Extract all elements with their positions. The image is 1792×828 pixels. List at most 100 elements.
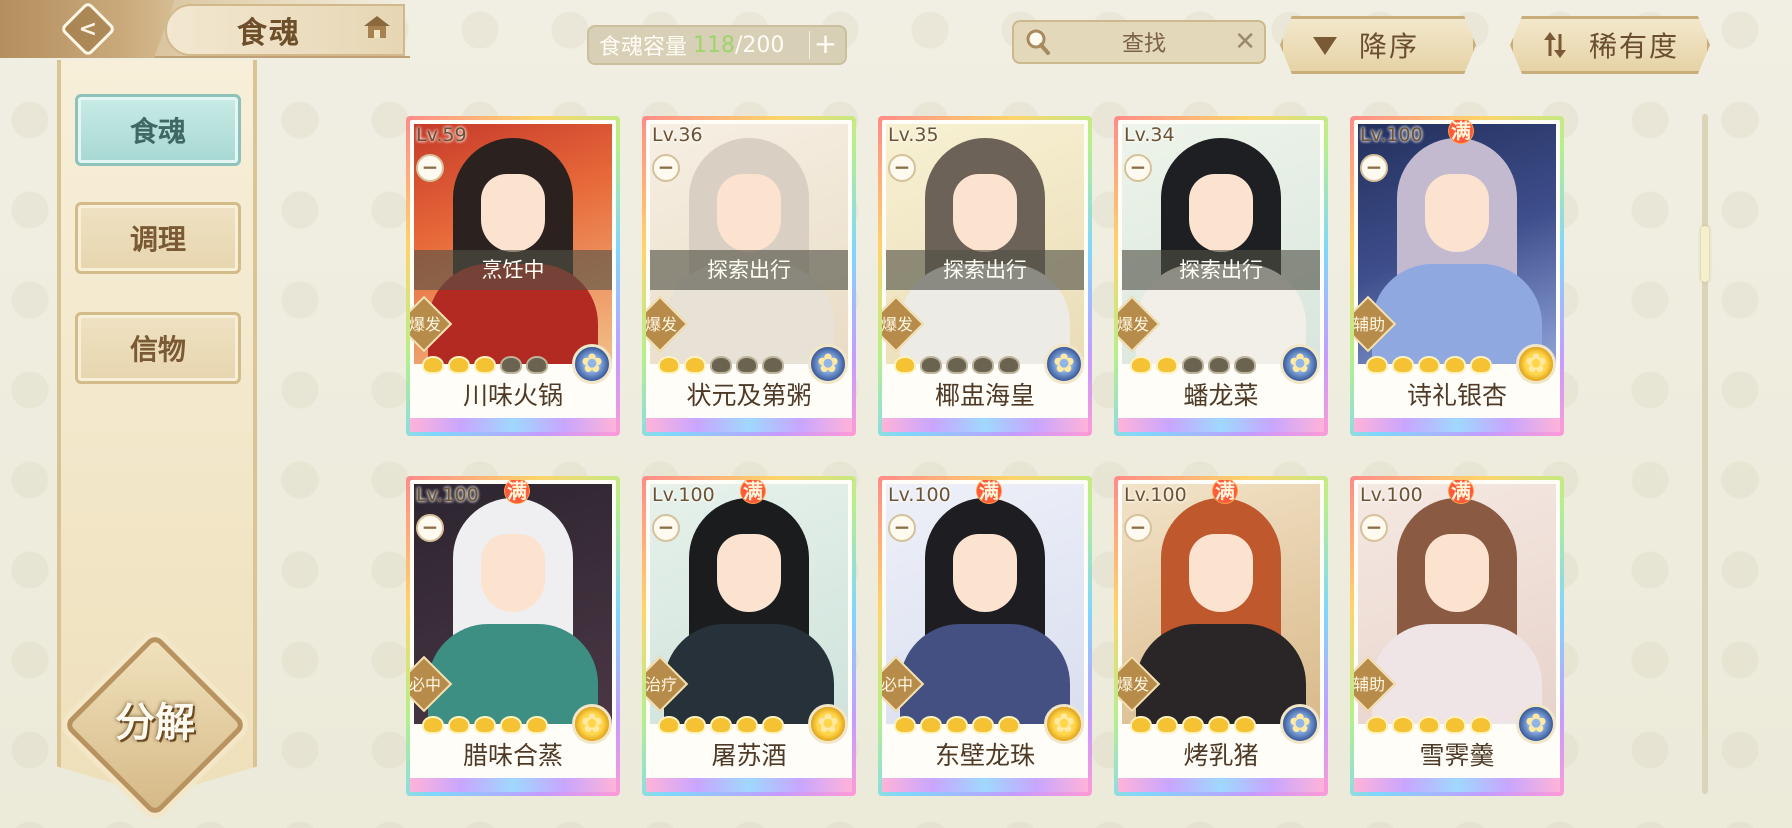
sort-rarity-label: 稀有度 — [1589, 30, 1680, 63]
star-icon — [1156, 356, 1178, 374]
card-frame: Lv.100 满 − 必中 ✿ 腊味合蒸 — [410, 480, 616, 792]
star-icon — [1392, 356, 1414, 374]
food-soul-card[interactable]: Lv.100 满 − 治疗 ✿ 屠苏酒 — [642, 476, 856, 796]
food-soul-card[interactable]: Lv.35 − 探索出行 爆发 ✿ 椰盅海皇 — [878, 116, 1092, 436]
role-label: 辅助 — [1354, 315, 1385, 334]
role-label: 辅助 — [1354, 675, 1385, 694]
food-soul-card[interactable]: Lv.100 满 − 爆发 ✿ 烤乳猪 — [1114, 476, 1328, 796]
minus-icon[interactable]: − — [888, 514, 916, 542]
star-icon — [1444, 356, 1466, 374]
tab-tokens[interactable]: 信物 — [75, 312, 241, 384]
star-icon — [684, 716, 706, 734]
card-name: 东壁龙珠 — [934, 741, 1035, 770]
star-rating — [1366, 716, 1492, 734]
status-label: 探索出行 — [1122, 250, 1320, 290]
level-label: Lv.100 — [416, 484, 479, 506]
star-icon — [526, 716, 548, 734]
food-soul-card[interactable]: Lv.100 满 − 必中 ✿ 腊味合蒸 — [406, 476, 620, 796]
house-icon[interactable] — [362, 14, 392, 40]
star-icon — [500, 356, 522, 374]
max-level-badge: 满 — [1446, 480, 1476, 506]
card-frame: Lv.36 − 探索出行 爆发 ✿ 状元及第粥 — [646, 120, 852, 432]
minus-icon[interactable]: − — [1360, 154, 1388, 182]
food-soul-card[interactable]: Lv.100 满 − 必中 ✿ 东壁龙珠 — [878, 476, 1092, 796]
star-icon — [526, 356, 548, 374]
role-label: 治疗 — [646, 675, 677, 694]
search-input[interactable] — [1064, 28, 1224, 56]
star-icon — [500, 716, 522, 734]
minus-icon[interactable]: − — [1360, 514, 1388, 542]
capacity-max: /200 — [735, 32, 785, 58]
role-label: 必中 — [882, 675, 913, 694]
minus-icon[interactable]: − — [652, 514, 680, 542]
tab-food-souls[interactable]: 食魂 — [75, 94, 241, 166]
food-soul-card[interactable]: Lv.34 − 探索出行 爆发 ✿ 蟠龙菜 — [1114, 116, 1328, 436]
card-rarity-strip — [1354, 778, 1560, 792]
sort-rarity-button[interactable]: 稀有度 — [1510, 16, 1710, 74]
minus-icon[interactable]: − — [416, 514, 444, 542]
card-rarity-strip — [646, 778, 852, 792]
food-soul-card[interactable]: Lv.36 − 探索出行 爆发 ✿ 状元及第粥 — [642, 116, 856, 436]
star-icon — [920, 716, 942, 734]
star-icon — [422, 356, 444, 374]
max-level-badge: 满 — [738, 480, 768, 506]
level-label: Lv.100 — [1360, 484, 1423, 506]
star-icon — [658, 356, 680, 374]
star-rating — [1130, 716, 1256, 734]
max-level-badge: 满 — [502, 480, 532, 506]
minus-icon[interactable]: − — [888, 154, 916, 182]
capacity-add-button[interactable]: + — [809, 30, 841, 59]
minus-icon[interactable]: − — [1124, 154, 1152, 182]
food-soul-card[interactable]: Lv.59 − 烹饪中 爆发 ✿ 川味火锅 — [406, 116, 620, 436]
star-icon — [1470, 356, 1492, 374]
level-label: Lv.36 — [652, 124, 703, 146]
star-icon — [710, 716, 732, 734]
search-icon — [1026, 29, 1050, 55]
card-rarity-strip — [410, 418, 616, 432]
card-frame: Lv.100 满 − 辅助 ✿ 雪霁羹 — [1354, 480, 1560, 792]
star-icon — [1470, 716, 1492, 734]
status-label: 探索出行 — [886, 250, 1084, 290]
decompose-label[interactable]: 分解 — [90, 690, 220, 760]
food-soul-card[interactable]: Lv.100 满 − 辅助 ✿ 雪霁羹 — [1350, 476, 1564, 796]
card-frame: Lv.100 满 − 辅助 ✿ 诗礼银杏 — [1354, 120, 1560, 432]
tab-conditioning[interactable]: 调理 — [75, 202, 241, 274]
status-label: 烹饪中 — [414, 250, 612, 290]
card-frame: Lv.100 满 − 爆发 ✿ 烤乳猪 — [1118, 480, 1324, 792]
scrollbar-thumb[interactable] — [1701, 226, 1709, 282]
sort-order-label: 降序 — [1359, 30, 1420, 63]
card-name: 屠苏酒 — [711, 741, 787, 770]
level-label: Lv.35 — [888, 124, 939, 146]
card-rarity-strip — [1118, 778, 1324, 792]
back-button[interactable]: < — [0, 0, 175, 58]
role-label: 爆发 — [1118, 315, 1149, 334]
star-icon — [474, 356, 496, 374]
star-icon — [1366, 356, 1388, 374]
star-icon — [1208, 716, 1230, 734]
card-frame: Lv.35 − 探索出行 爆发 ✿ 椰盅海皇 — [882, 120, 1088, 432]
level-label: Lv.34 — [1124, 124, 1175, 146]
minus-icon[interactable]: − — [416, 154, 444, 182]
card-frame: Lv.34 − 探索出行 爆发 ✿ 蟠龙菜 — [1118, 120, 1324, 432]
clear-search-icon[interactable]: ✕ — [1234, 28, 1256, 56]
max-level-badge: 满 — [974, 480, 1004, 506]
level-label: Lv.100 — [888, 484, 951, 506]
star-icon — [1208, 356, 1230, 374]
star-icon — [894, 356, 916, 374]
card-name: 诗礼银杏 — [1406, 381, 1507, 410]
sort-order-button[interactable]: 降序 — [1280, 16, 1476, 74]
minus-icon[interactable]: − — [1124, 514, 1152, 542]
star-icon — [684, 356, 706, 374]
search-box[interactable]: ✕ — [1012, 20, 1266, 64]
level-label: Lv.100 — [652, 484, 715, 506]
scrollbar-track[interactable] — [1702, 114, 1708, 794]
star-icon — [474, 716, 496, 734]
card-name: 椰盅海皇 — [934, 381, 1035, 410]
card-rarity-strip — [1118, 418, 1324, 432]
star-icon — [1234, 356, 1256, 374]
food-soul-card[interactable]: Lv.100 满 − 辅助 ✿ 诗礼银杏 — [1350, 116, 1564, 436]
card-rarity-strip — [646, 418, 852, 432]
card-rarity-strip — [410, 778, 616, 792]
minus-icon[interactable]: − — [652, 154, 680, 182]
sort-arrows-icon — [1544, 32, 1566, 58]
